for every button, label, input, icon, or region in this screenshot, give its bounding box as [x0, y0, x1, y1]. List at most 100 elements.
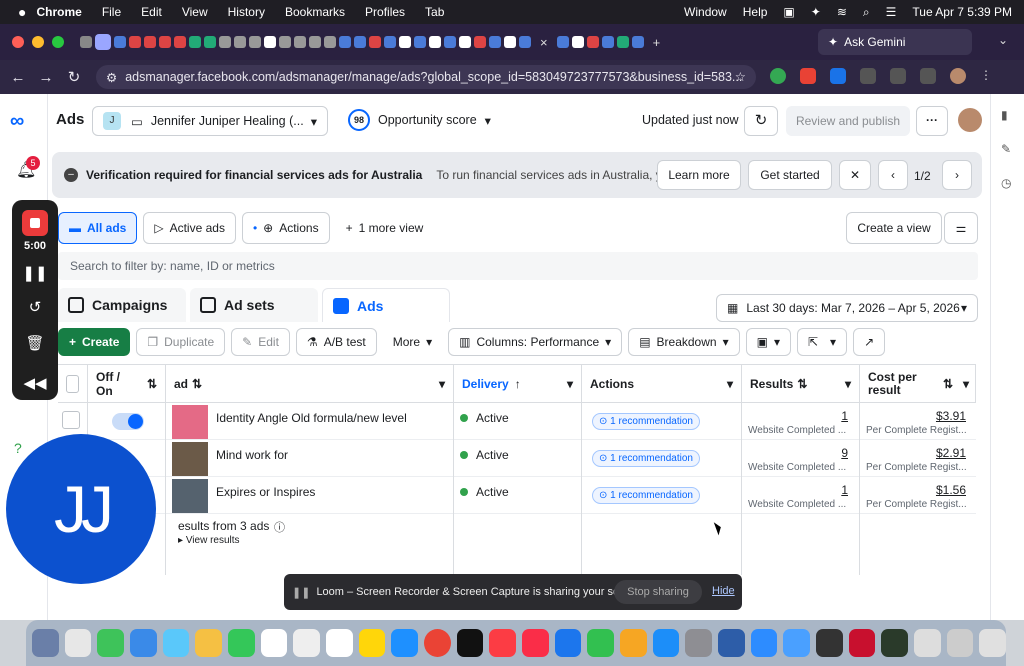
hide-share-bar-link[interactable]: Hide — [712, 585, 735, 597]
banner-prev-button[interactable]: ‹ — [878, 160, 908, 190]
tab-ad-sets[interactable]: Ad sets — [190, 288, 318, 322]
table-row[interactable]: Identity Angle Old formula/new level Act… — [58, 403, 976, 440]
tab-favicon-icon[interactable] — [384, 36, 396, 48]
document-icon[interactable] — [914, 629, 941, 657]
header-off-on[interactable]: Off / On ⇅ — [88, 365, 166, 403]
extension-icon[interactable] — [770, 68, 786, 84]
menu-bookmarks[interactable]: Bookmarks — [285, 5, 345, 19]
back-icon[interactable]: ← — [4, 69, 32, 86]
ab-test-button[interactable]: ⚗ A/B test — [295, 328, 377, 356]
new-tab-button[interactable]: + — [653, 35, 661, 50]
site-info-icon[interactable]: ⚙ — [106, 70, 117, 85]
tab-ads[interactable]: Ads — [322, 288, 450, 322]
finder-icon[interactable] — [32, 629, 59, 657]
bookmark-star-icon[interactable]: ☆ — [735, 69, 746, 84]
account-selector[interactable]: J ▭ Jennifer Juniper Healing (... ▾ — [92, 106, 328, 136]
loom-status-icon[interactable]: ▣ — [783, 5, 794, 19]
facetime-icon[interactable] — [228, 629, 255, 657]
tab-favicon-icon[interactable] — [114, 36, 126, 48]
tab-favicon-icon[interactable] — [369, 36, 381, 48]
search-input[interactable]: Search to filter by: name, ID or metrics — [58, 252, 978, 280]
menu-app-name[interactable]: Chrome — [36, 5, 81, 19]
tab-favicon-icon[interactable] — [489, 36, 501, 48]
ad-on-off-toggle[interactable] — [112, 413, 144, 430]
header-results[interactable]: Results ⇅ ▾ — [742, 365, 860, 403]
tab-all-ads[interactable]: ▬ All ads — [58, 212, 138, 244]
tab-favicon-icon[interactable] — [616, 36, 629, 48]
ask-gemini-button[interactable]: ✦ Ask Gemini — [818, 29, 972, 55]
launchpad-icon[interactable] — [64, 629, 92, 657]
tab-favicon-icon[interactable] — [204, 36, 216, 48]
tab-favicon-icon[interactable] — [294, 36, 306, 48]
system-settings-icon[interactable] — [685, 629, 713, 657]
more-views-button[interactable]: + 1 more view — [336, 212, 434, 244]
activity-monitor-icon[interactable] — [881, 629, 909, 657]
address-bar[interactable]: ⚙ adsmanager.facebook.com/adsmanager/man… — [96, 65, 756, 89]
tab-favicon-icon[interactable] — [519, 36, 531, 48]
breakdown-button[interactable]: ▤ Breakdown ▾ — [628, 328, 740, 356]
chrome-icon[interactable] — [424, 629, 451, 657]
header-actions[interactable]: Actions ▾ — [582, 365, 742, 403]
reload-icon[interactable]: ↻ — [60, 68, 88, 86]
export-button[interactable]: ⇱ ▾ — [796, 328, 848, 356]
tab-favicon-icon[interactable] — [444, 36, 456, 48]
tab-active-ads[interactable]: ▷ Active ads — [143, 212, 236, 244]
sidepanel-icon[interactable] — [890, 68, 906, 84]
cost-value[interactable]: $1.56 — [864, 483, 966, 497]
app-icon[interactable] — [816, 629, 843, 657]
puzzle-icon[interactable] — [860, 68, 876, 84]
tab-favicon-icon[interactable] — [459, 36, 471, 48]
pencil-icon[interactable]: ✎ — [1001, 142, 1011, 156]
columns-button[interactable]: ▥ Columns: Performance ▾ — [448, 328, 623, 356]
download-icon[interactable] — [920, 68, 936, 84]
safari-icon[interactable] — [391, 629, 419, 657]
photos-icon[interactable] — [195, 629, 223, 657]
refresh-button[interactable]: ↻ — [744, 106, 778, 136]
header-ad[interactable]: ad ⇅ ▾ — [166, 365, 454, 403]
tab-favicon-icon[interactable] — [429, 36, 441, 48]
chart-icon[interactable]: ▮ — [1001, 108, 1008, 122]
recommendation-pill[interactable]: ⊙ 1 recommendation — [592, 487, 700, 504]
header-select-all[interactable] — [58, 365, 88, 403]
app-icon[interactable] — [783, 629, 811, 657]
tab-actions[interactable]: • ⊕ Actions — [241, 212, 330, 244]
stop-recording-button[interactable] — [22, 210, 48, 236]
results-value[interactable]: 1 — [746, 483, 848, 497]
forward-icon[interactable]: → — [32, 69, 60, 86]
news-icon[interactable] — [522, 629, 549, 657]
reports-button[interactable]: ▣ ▾ — [745, 328, 791, 356]
learn-more-button[interactable]: Learn more — [657, 160, 741, 190]
browser-menu-icon[interactable]: ⋮ — [980, 68, 992, 84]
tab-favicon-icon[interactable] — [354, 36, 366, 48]
menu-help[interactable]: Help — [743, 5, 768, 19]
restart-icon[interactable]: ↺ — [12, 298, 58, 316]
messages-icon[interactable] — [97, 629, 125, 657]
opportunity-score[interactable]: 98 Opportunity score ▾ — [348, 109, 491, 131]
tab-favicon-icon[interactable] — [189, 36, 201, 48]
rewind-icon[interactable]: ◀◀ — [12, 374, 58, 392]
tab-favicon-icon[interactable] — [414, 36, 426, 48]
table-row[interactable]: Mind work for Active ⊙ 1 recommendation … — [58, 440, 976, 477]
banner-next-button[interactable]: › — [942, 160, 972, 190]
chevron-down-icon[interactable]: ⌄ — [998, 33, 1008, 47]
apple-icon[interactable]: ● — [18, 4, 26, 20]
ad-thumbnail[interactable] — [172, 442, 208, 476]
info-icon[interactable]: ⓘ — [274, 519, 285, 535]
recommendation-pill[interactable]: ⊙ 1 recommendation — [592, 413, 700, 430]
header-cost-per-result[interactable]: Cost per result ⇅ ▾ — [860, 365, 976, 403]
app-store-icon[interactable] — [652, 629, 680, 657]
zoom-icon[interactable] — [750, 629, 778, 657]
search-icon[interactable]: ⌕ — [863, 5, 870, 20]
mail-icon[interactable] — [130, 629, 157, 657]
review-publish-button[interactable]: Review and publish — [786, 106, 910, 136]
menu-view[interactable]: View — [182, 5, 208, 19]
header-delivery[interactable]: Delivery ↑ ▾ — [454, 365, 582, 403]
filter-settings-icon[interactable]: ⚌ — [944, 212, 978, 244]
maps-icon[interactable] — [162, 629, 190, 657]
menu-history[interactable]: History — [228, 5, 265, 19]
trash-icon[interactable]: 🗑︎ — [12, 334, 58, 352]
ad-name[interactable]: Expires or Inspires — [216, 485, 315, 499]
tab-favicon-icon[interactable] — [556, 36, 569, 48]
sparkle-icon[interactable]: ✦ — [811, 5, 821, 19]
user-avatar[interactable] — [958, 108, 982, 132]
